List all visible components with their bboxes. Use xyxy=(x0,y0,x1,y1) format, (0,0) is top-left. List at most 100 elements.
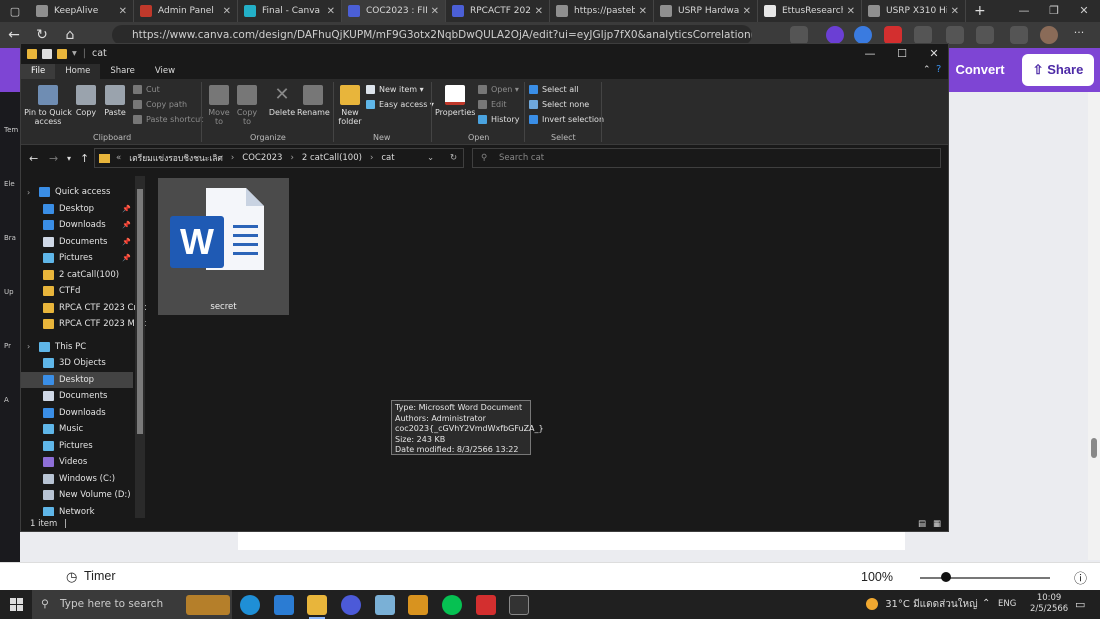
invert-selection-button[interactable]: Invert selection xyxy=(529,115,604,124)
language-indicator[interactable]: ENG xyxy=(998,599,1016,609)
home-icon[interactable]: ⌂ xyxy=(56,27,84,43)
properties-button[interactable]: Properties xyxy=(435,85,475,117)
rename-button[interactable]: Rename xyxy=(297,85,330,117)
file-explorer-icon[interactable] xyxy=(307,595,327,619)
history-button[interactable]: History xyxy=(478,115,519,124)
tab-view[interactable]: View xyxy=(145,64,185,79)
terminal-icon[interactable] xyxy=(509,595,529,615)
favorites-icon[interactable] xyxy=(946,26,964,44)
windows-start-icon[interactable] xyxy=(10,598,23,611)
breadcrumb-item[interactable]: 2 catCall(100) xyxy=(302,153,362,163)
tray-chevron-icon[interactable]: ⌃ xyxy=(982,598,990,609)
side-label-uploads[interactable]: Up xyxy=(4,288,14,296)
easy-access-button[interactable]: Easy access ▾ xyxy=(366,100,434,109)
side-label-elements[interactable]: Ele xyxy=(4,180,15,188)
refresh-icon[interactable]: ↻ xyxy=(28,27,56,43)
new-folder-button[interactable]: New folder xyxy=(337,85,363,126)
nav-this-pc[interactable]: › This PC xyxy=(21,339,133,355)
url-input[interactable]: https://www.canva.com/design/DAFhuQjKUPM… xyxy=(112,25,752,45)
extension-m-icon[interactable] xyxy=(854,26,872,44)
copy-to-button[interactable]: Copy to xyxy=(233,85,261,126)
share-button[interactable]: ⇧ Share xyxy=(1022,54,1094,86)
refresh-icon[interactable]: ↻ xyxy=(450,153,457,163)
nav-item[interactable]: Documents 📌 xyxy=(21,234,133,250)
delete-button[interactable]: ✕ Delete xyxy=(267,85,297,118)
minimize-icon[interactable]: — xyxy=(1010,0,1038,22)
timer-icon[interactable]: ◷ xyxy=(66,569,77,585)
tab-close-icon[interactable]: ✕ xyxy=(119,6,127,17)
browser-tab[interactable]: EttusResearch/u... ✕ xyxy=(758,0,862,22)
copy-path-button[interactable]: Copy path xyxy=(133,100,187,109)
side-label-templates[interactable]: Tem xyxy=(4,126,18,134)
nav-item[interactable]: 2 catCall(100) xyxy=(21,267,133,283)
collapse-ribbon-icon[interactable]: ⌃ xyxy=(923,65,931,75)
edit-button[interactable]: Edit xyxy=(478,100,507,109)
nav-item[interactable]: Desktop xyxy=(21,371,133,388)
large-icons-view-icon[interactable]: ▦ xyxy=(933,517,941,531)
app-orange-icon[interactable] xyxy=(408,595,428,615)
expand-chevron-icon[interactable]: › xyxy=(27,342,30,351)
properties-quick-icon[interactable] xyxy=(42,48,52,59)
browser-tab[interactable]: Admin Panel ✕ xyxy=(134,0,238,22)
search-input[interactable]: ⚲ Search cat xyxy=(472,148,941,168)
back-icon[interactable]: ← xyxy=(0,27,28,43)
breadcrumb-separator-icon[interactable]: › xyxy=(290,153,293,163)
tab-close-icon[interactable]: ✕ xyxy=(639,6,647,17)
paste-button[interactable]: Paste xyxy=(101,85,129,117)
nav-item[interactable]: RPCA CTF 2023 Crypto xyxy=(21,300,146,316)
new-folder-quick-icon[interactable] xyxy=(57,48,67,59)
browser-tab[interactable]: Final - Canva ✕ xyxy=(238,0,342,22)
tab-close-icon[interactable]: ✕ xyxy=(951,6,959,17)
breadcrumb-item[interactable]: เตรียมแข่งรอบชิงชนะเลิศ xyxy=(129,151,223,165)
convert-button[interactable]: Convert xyxy=(942,55,1018,85)
nav-item[interactable]: Videos xyxy=(21,454,133,470)
nav-item[interactable]: Downloads xyxy=(21,405,133,421)
close-icon[interactable]: ✕ xyxy=(1070,0,1098,22)
explorer-minimize-icon[interactable]: — xyxy=(854,44,886,63)
explorer-maximize-icon[interactable]: ☐ xyxy=(886,44,918,63)
nav-item[interactable]: Pictures xyxy=(21,438,133,454)
nav-item[interactable]: Desktop 📌 xyxy=(21,201,133,217)
restore-icon[interactable]: ❐ xyxy=(1040,0,1068,22)
up-arrow-icon[interactable]: ↑ xyxy=(80,152,89,165)
help-circle-icon[interactable]: ? xyxy=(936,64,941,75)
tab-home[interactable]: Home xyxy=(55,64,101,79)
extension-red-icon[interactable] xyxy=(884,26,902,44)
nav-item[interactable]: Music xyxy=(21,421,133,437)
nav-quick-access[interactable]: › Quick access xyxy=(21,184,133,200)
back-arrow-icon[interactable]: ← xyxy=(29,152,38,165)
side-label-brand[interactable]: Bra xyxy=(4,234,16,242)
quick-access-dropdown-icon[interactable]: ▾ xyxy=(72,48,77,59)
tab-actions-icon[interactable]: ▢ xyxy=(0,0,30,22)
zoom-slider-handle[interactable] xyxy=(941,572,951,582)
browser-tab[interactable]: RPCACTF 2023 ✕ xyxy=(446,0,550,22)
copy-button[interactable]: Copy xyxy=(73,85,99,117)
profile-avatar[interactable] xyxy=(1040,26,1058,44)
expand-chevron-icon[interactable]: › xyxy=(27,188,30,197)
nav-item[interactable]: Pictures 📌 xyxy=(21,250,133,266)
browser-tab[interactable]: USRP Hardware ✕ xyxy=(654,0,758,22)
tab-close-icon[interactable]: ✕ xyxy=(327,6,335,17)
nav-item[interactable]: RPCA CTF 2023 Misc xyxy=(21,316,146,332)
help-icon[interactable]: ⓘ xyxy=(1074,568,1087,587)
collections-icon[interactable] xyxy=(976,26,994,44)
explorer-close-icon[interactable]: ✕ xyxy=(918,44,950,63)
new-tab-button[interactable]: + xyxy=(974,3,986,19)
tab-close-icon[interactable]: ✕ xyxy=(535,6,543,17)
browser-tab[interactable]: COC2023 : FINAL ✕ xyxy=(342,0,446,22)
pin-quick-access-button[interactable]: Pin to Quick access xyxy=(23,85,73,126)
select-all-button[interactable]: Select all xyxy=(529,85,579,94)
zoom-slider[interactable] xyxy=(920,577,1050,579)
browser-tab[interactable]: KeepAlive ✕ xyxy=(30,0,134,22)
browser-tab[interactable]: USRP X310 High... ✕ xyxy=(862,0,966,22)
nav-item[interactable]: CTFd xyxy=(21,283,133,299)
heart-icon[interactable] xyxy=(1010,26,1028,44)
mail-icon[interactable] xyxy=(274,595,294,615)
nav-item[interactable]: Network xyxy=(21,504,133,516)
tab-file[interactable]: File xyxy=(21,64,56,79)
tab-close-icon[interactable]: ✕ xyxy=(847,6,855,17)
extensions-puzzle-icon[interactable] xyxy=(914,26,932,44)
side-label-apps[interactable]: A xyxy=(4,396,9,404)
nav-item[interactable]: New Volume (D:) xyxy=(21,487,133,503)
nav-scroll-thumb[interactable] xyxy=(137,189,143,434)
